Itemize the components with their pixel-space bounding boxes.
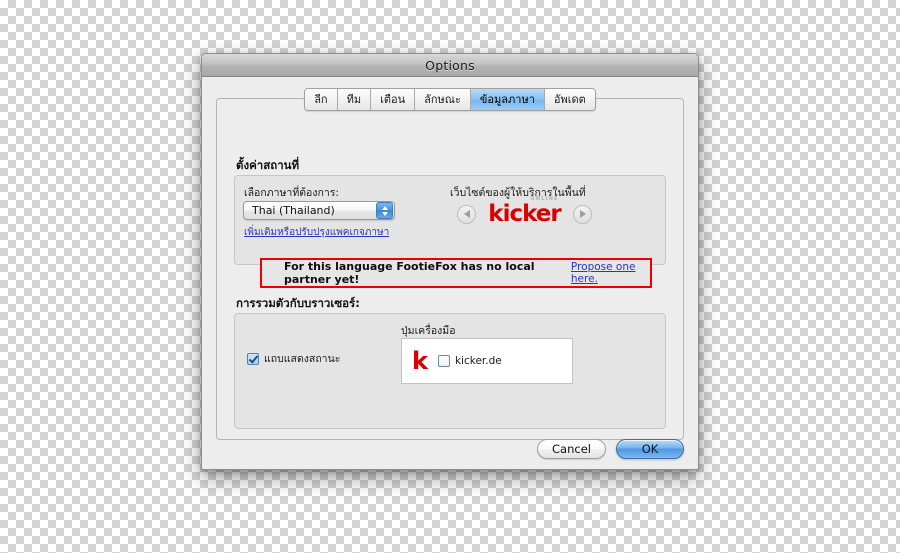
statusbar-checkbox-label: แถบแสดงสถานะ — [264, 353, 341, 365]
tab-strip: ลีก ทีม เตือน ลักษณะ ข้อมูลภาษา อัพเดต — [304, 88, 596, 111]
browser-group-box: แถบแสดงสถานะ ปุ่มเครื่องมือ k kicker.de — [234, 313, 666, 429]
language-pack-link[interactable]: เพิ่มเติมหรือปรับปรุงแพคเกจภาษา — [244, 225, 389, 240]
chevron-updown-icon — [376, 202, 393, 219]
kicker-wordmark: kicker — [488, 200, 561, 227]
kicker-online-text: ONLINE — [530, 195, 559, 202]
kicker-logo: ONLINE kicker — [484, 196, 564, 227]
warning-message: For this language FootieFox has no local… — [284, 260, 535, 286]
propose-partner-link[interactable]: Propose one here. — [571, 261, 650, 285]
window-title: Options — [425, 57, 475, 73]
language-select[interactable]: Thai (Thailand) — [243, 201, 395, 220]
language-select-label: เลือกภาษาที่ต้องการ: — [244, 187, 339, 199]
ok-button[interactable]: OK — [616, 439, 684, 459]
kicker-de-checkbox[interactable] — [437, 355, 450, 367]
dialog-button-row: Cancel OK — [537, 439, 684, 459]
provider-carousel: ONLINE kicker — [457, 196, 592, 229]
language-select-value: Thai (Thailand) — [252, 204, 335, 217]
no-partner-warning: For this language FootieFox has no local… — [260, 258, 652, 288]
location-section-title: ตั้งค่าสถานที่ — [236, 158, 300, 172]
tab-bar: ลีก ทีม เตือน ลักษณะ ข้อมูลภาษา อัพเดต — [217, 88, 683, 111]
options-dialog: Options ลีก ทีม เตือน ลักษณะ ข้อมูลภาษา … — [201, 53, 699, 470]
tab-leagues[interactable]: ลีก — [305, 89, 338, 110]
statusbar-checkbox[interactable] — [247, 352, 259, 365]
tab-update[interactable]: อัพเดต — [544, 89, 595, 110]
tab-language[interactable]: ข้อมูลภาษา — [470, 89, 545, 110]
kicker-k-icon: k — [412, 347, 428, 375]
toolbar-button-label: ปุ่มเครื่องมือ — [401, 325, 456, 337]
window-titlebar: Options — [202, 54, 698, 77]
tab-appearance[interactable]: ลักษณะ — [415, 89, 471, 110]
chevron-left-icon[interactable] — [457, 204, 476, 224]
location-group-box: เลือกภาษาที่ต้องการ: Thai (Thailand) เพิ… — [234, 175, 666, 265]
cancel-button[interactable]: Cancel — [537, 439, 606, 459]
browser-section-title: การรวมตัวกับบราวเซอร์: — [236, 296, 360, 310]
tab-view: ลีก ทีม เตือน ลักษณะ ข้อมูลภาษา อัพเดต ต… — [216, 88, 684, 440]
statusbar-checkbox-row[interactable]: แถบแสดงสถานะ — [247, 350, 340, 367]
tab-teams[interactable]: ทีม — [337, 89, 372, 110]
tab-alerts[interactable]: เตือน — [371, 89, 416, 110]
toolbar-button-well: k kicker.de — [401, 338, 573, 384]
kicker-de-checkbox-row[interactable]: kicker.de — [437, 355, 502, 367]
kicker-de-label: kicker.de — [454, 355, 502, 367]
chevron-right-icon[interactable] — [573, 204, 592, 224]
dialog-body: ลีก ทีม เตือน ลักษณะ ข้อมูลภาษา อัพเดต ต… — [202, 77, 698, 469]
